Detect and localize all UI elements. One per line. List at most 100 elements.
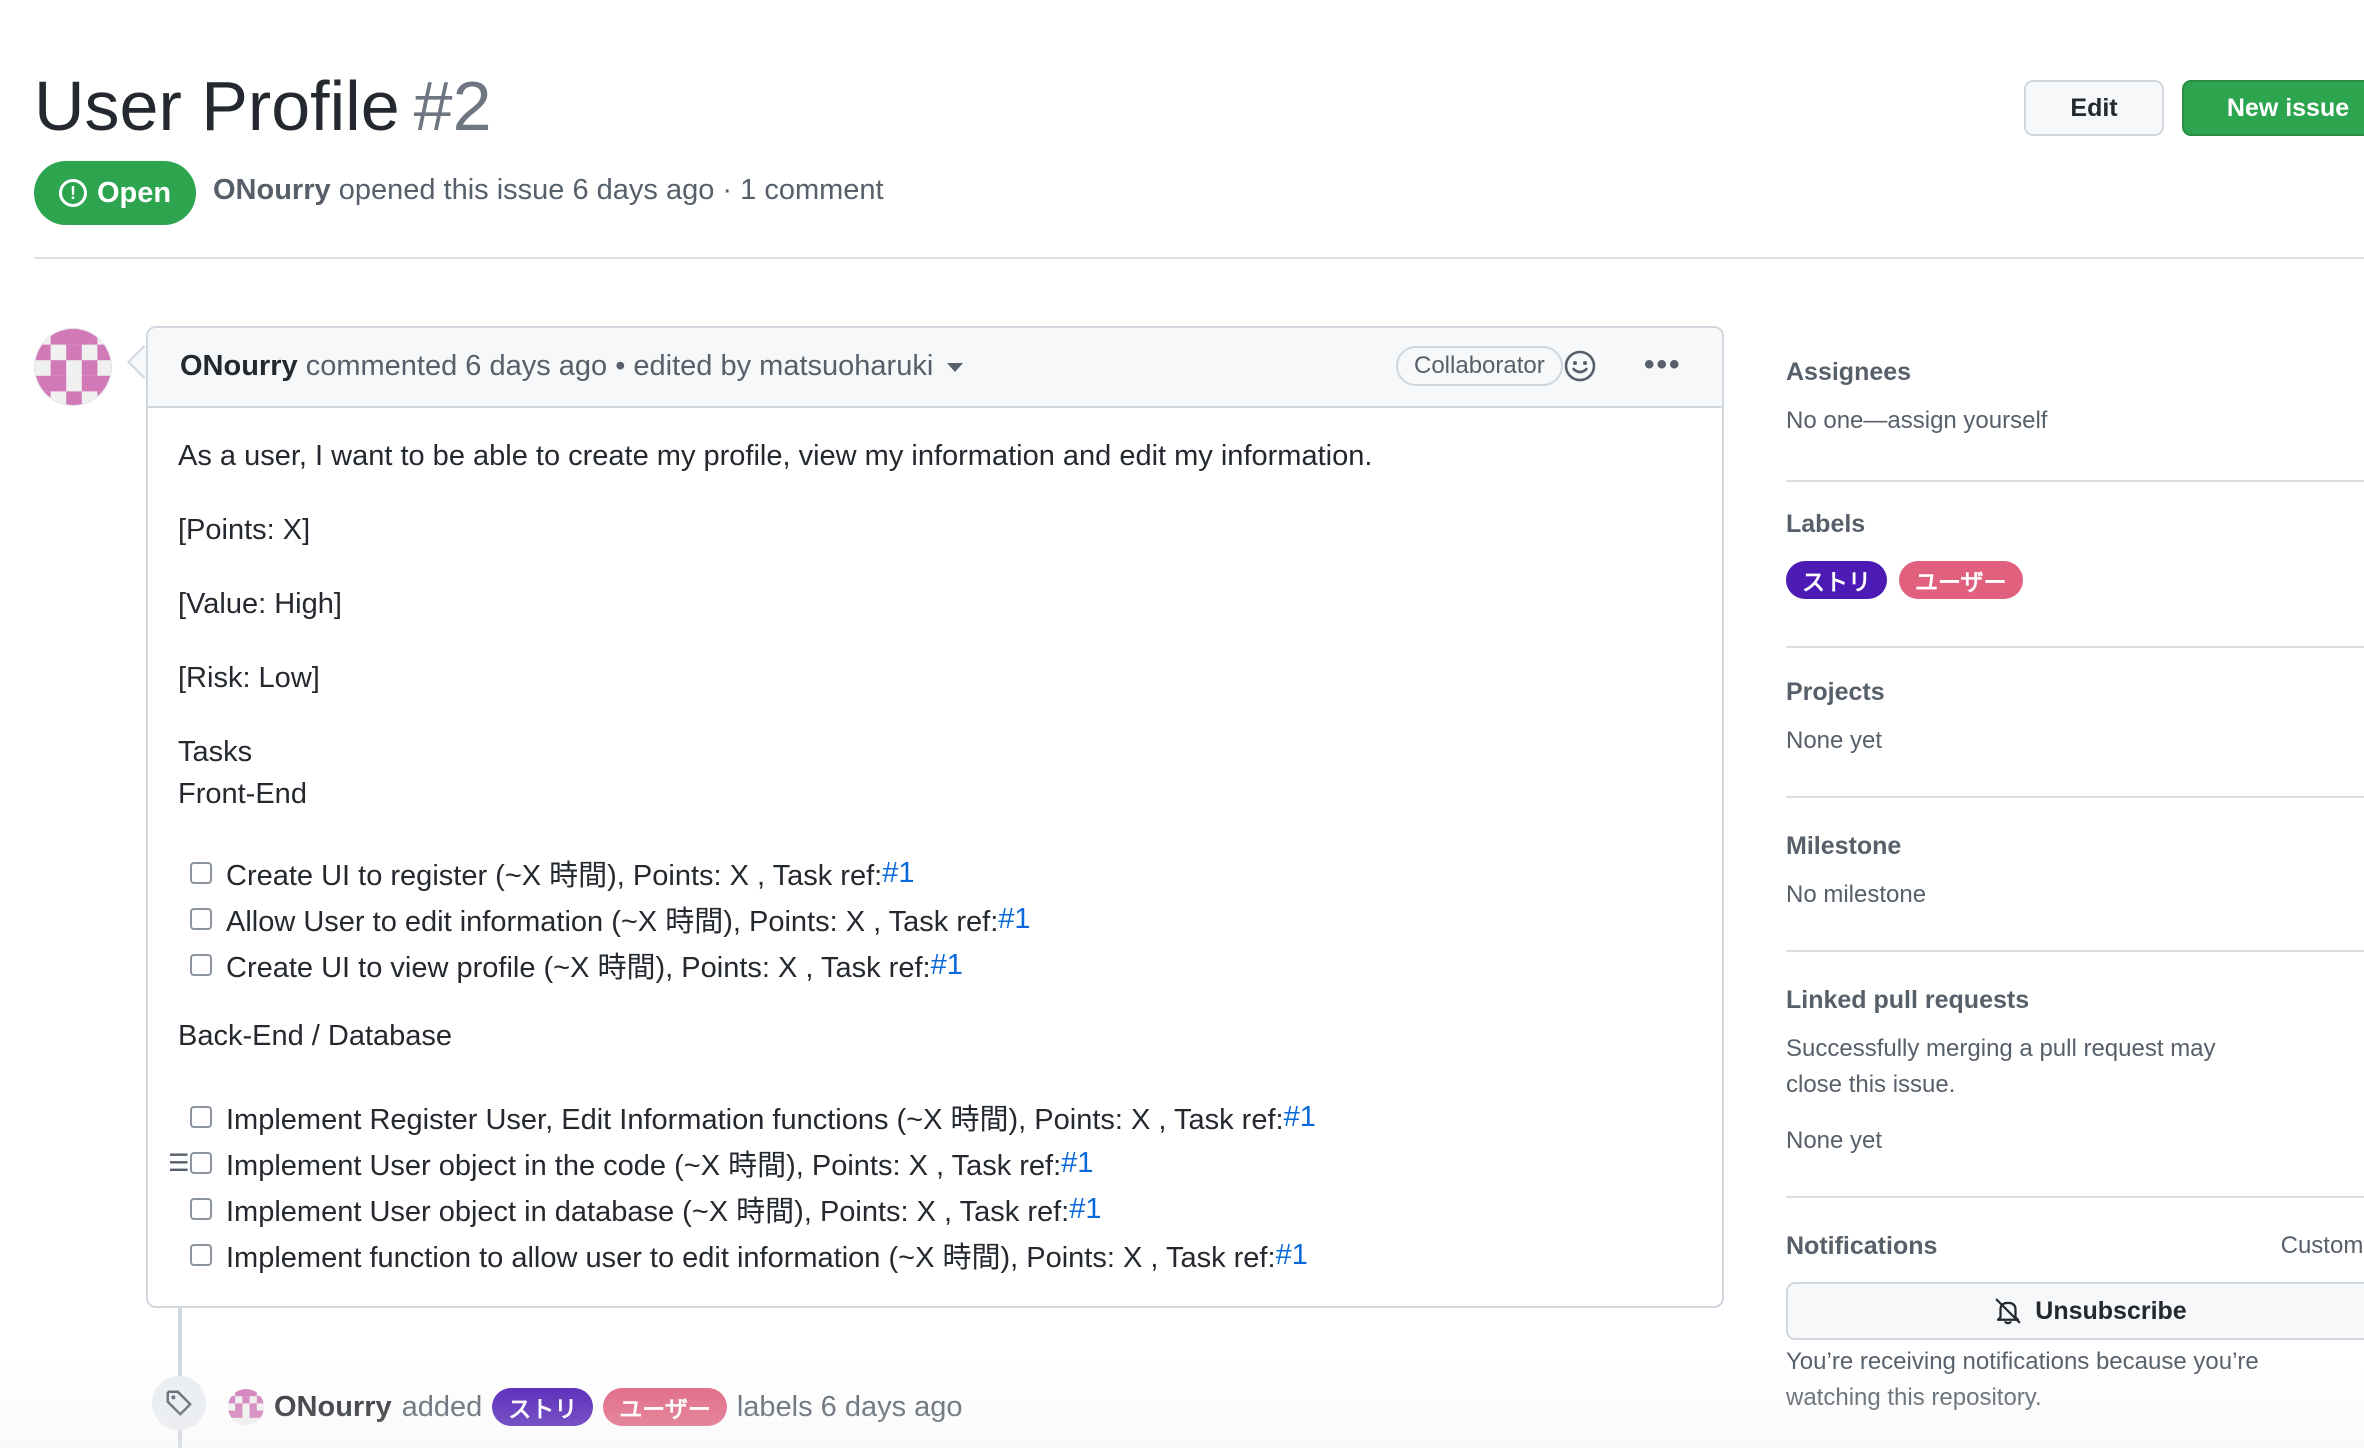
comment-header-text: ONourry commented 6 days ago • edited by… xyxy=(180,350,964,383)
sidebar-divider xyxy=(1786,646,2364,648)
linked-prs-heading[interactable]: Linked pull requests xyxy=(1786,986,2364,1015)
tag-icon-glyph xyxy=(166,1390,192,1416)
task-checkbox[interactable] xyxy=(190,908,212,930)
comment-header: ONourry commented 6 days ago • edited by… xyxy=(148,328,1722,408)
issue-opened-icon: ! xyxy=(58,179,87,207)
comment-intro: As a user, I want to be able to create m… xyxy=(178,440,1373,472)
task-item: Create UI to register (~X 時間), Points: X… xyxy=(190,852,914,894)
issue-state-badge: ! Open xyxy=(34,161,196,225)
task-item: Implement function to allow user to edit… xyxy=(190,1234,1308,1276)
notifications-text-2: watching this repository. xyxy=(1786,1384,2042,1411)
gear-icon[interactable] xyxy=(2360,828,2364,862)
sidebar-projects: Projects None yet xyxy=(1786,678,2364,759)
linked-prs-text-1: Successfully merging a pull request may xyxy=(1786,1035,2216,1062)
labels-list: ストリ ユーザー xyxy=(1786,561,2364,599)
identicon-small xyxy=(228,1389,264,1425)
event-suffix: labels 6 days ago xyxy=(736,1390,963,1423)
sidebar-divider xyxy=(1786,950,2364,952)
issue-title-text: User Profile xyxy=(34,67,400,145)
task-ref-link[interactable]: #1 xyxy=(1061,1147,1093,1180)
task-ref-link[interactable]: #1 xyxy=(1069,1193,1101,1226)
notifications-text-1: You’re receiving notifications because y… xyxy=(1786,1348,2259,1375)
tasks-heading: Tasks xyxy=(178,736,253,768)
identicon xyxy=(35,329,111,405)
task-ref-link[interactable]: #1 xyxy=(931,949,963,982)
task-text: Create UI to register (~X 時間), Points: X… xyxy=(226,860,883,892)
chevron-down-icon[interactable] xyxy=(947,362,964,372)
event-avatar[interactable] xyxy=(228,1389,264,1425)
smiley-icon[interactable] xyxy=(1562,348,1598,384)
sidebar-divider xyxy=(1786,796,2364,798)
issue-number: #2 xyxy=(413,67,492,145)
issue-meta-text: opened this issue 6 days ago · 1 comment xyxy=(338,174,884,206)
task-checkbox[interactable] xyxy=(190,1106,212,1128)
sidebar-notifications: Notifications Customize xyxy=(1786,1232,2364,1261)
assignees-heading[interactable]: Assignees xyxy=(1786,358,2364,387)
linked-prs-none: None yet xyxy=(1786,1127,1883,1154)
sidebar-label-story[interactable]: ストリ xyxy=(1786,561,1887,599)
labels-heading[interactable]: Labels xyxy=(1786,510,2364,539)
task-ref-link[interactable]: #1 xyxy=(882,857,914,890)
gear-icon[interactable] xyxy=(2360,354,2364,388)
gear-icon[interactable] xyxy=(2360,506,2364,540)
kebab-menu-icon[interactable]: ••• xyxy=(1644,350,1682,380)
comment-points: [Points: X] xyxy=(178,514,311,546)
new-issue-button[interactable]: New issue xyxy=(2182,80,2364,136)
header-divider xyxy=(34,257,2364,259)
gear-icon[interactable] xyxy=(2360,982,2364,1016)
task-checkbox[interactable] xyxy=(190,1152,212,1174)
assignees-text[interactable]: No one—assign yourself xyxy=(1786,403,2364,439)
event-action: added xyxy=(401,1390,483,1423)
frontend-heading: Front-End xyxy=(178,778,307,810)
projects-heading[interactable]: Projects xyxy=(1786,678,2364,707)
edit-button[interactable]: Edit xyxy=(2024,80,2164,136)
gear-icon[interactable] xyxy=(2360,674,2364,708)
task-item: ☰ Implement User object in the code (~X … xyxy=(168,1142,1093,1184)
issue-title: User Profile #2 xyxy=(34,62,492,150)
task-item: Implement Register User, Edit Informatio… xyxy=(190,1096,1316,1138)
tag-icon xyxy=(152,1376,206,1430)
sidebar-milestone: Milestone No milestone xyxy=(1786,832,2364,913)
task-ref-link[interactable]: #1 xyxy=(1284,1101,1316,1134)
task-checkbox[interactable] xyxy=(190,1244,212,1266)
issue-author-link[interactable]: ONourry xyxy=(213,174,331,206)
task-text: Implement function to allow user to edit… xyxy=(226,1242,1276,1274)
sidebar-divider xyxy=(1786,1196,2364,1198)
milestone-text: No milestone xyxy=(1786,881,1927,908)
sidebar-label-user[interactable]: ユーザー xyxy=(1899,561,2023,599)
task-text: Implement User object in the code (~X 時間… xyxy=(226,1150,1062,1182)
task-text: Implement User object in database (~X 時間… xyxy=(226,1196,1070,1228)
notifications-heading: Notifications xyxy=(1786,1232,1938,1260)
milestone-heading[interactable]: Milestone xyxy=(1786,832,2364,861)
event-author-link[interactable]: ONourry xyxy=(274,1391,392,1424)
task-text: Implement Register User, Edit Informatio… xyxy=(226,1104,1284,1136)
task-item: Allow User to edit information (~X 時間), … xyxy=(190,898,1031,940)
comment-box: ONourry commented 6 days ago • edited by… xyxy=(146,326,1724,1308)
drag-handle-icon[interactable]: ☰ xyxy=(168,1149,190,1178)
customize-link[interactable]: Customize xyxy=(2281,1228,2364,1264)
issue-meta: ONourry opened this issue 6 days ago · 1… xyxy=(213,174,884,207)
task-checkbox[interactable] xyxy=(190,862,212,884)
label-event: ONourry added ストリ ユーザー labels 6 days ago xyxy=(228,1388,963,1426)
comment-author-link[interactable]: ONourry xyxy=(180,350,298,382)
notifications-info: You’re receiving notifications because y… xyxy=(1786,1344,2364,1416)
task-text: Create UI to view profile (~X 時間), Point… xyxy=(226,952,931,984)
label-story[interactable]: ストリ xyxy=(492,1388,594,1426)
comment-risk: [Risk: Low] xyxy=(178,662,320,694)
label-user[interactable]: ユーザー xyxy=(603,1388,727,1426)
task-checkbox[interactable] xyxy=(190,1198,212,1220)
comment-header-meta[interactable]: commented 6 days ago • edited by matsuoh… xyxy=(306,350,934,382)
comment-value: [Value: High] xyxy=(178,588,342,620)
unsubscribe-button[interactable]: Unsubscribe xyxy=(1786,1282,2364,1340)
issue-state-label: Open xyxy=(96,176,172,209)
task-checkbox[interactable] xyxy=(190,954,212,976)
task-ref-link[interactable]: #1 xyxy=(1276,1239,1308,1272)
sidebar-assignees: Assignees No one—assign yourself xyxy=(1786,358,2364,439)
task-text: Allow User to edit information (~X 時間), … xyxy=(226,906,999,938)
projects-text: None yet xyxy=(1786,727,1883,754)
backend-heading: Back-End / Database xyxy=(178,1020,453,1052)
collaborator-badge: Collaborator xyxy=(1396,346,1563,386)
task-ref-link[interactable]: #1 xyxy=(998,903,1030,936)
commenter-avatar[interactable] xyxy=(34,328,112,406)
bell-slash-icon xyxy=(1995,1298,2021,1325)
